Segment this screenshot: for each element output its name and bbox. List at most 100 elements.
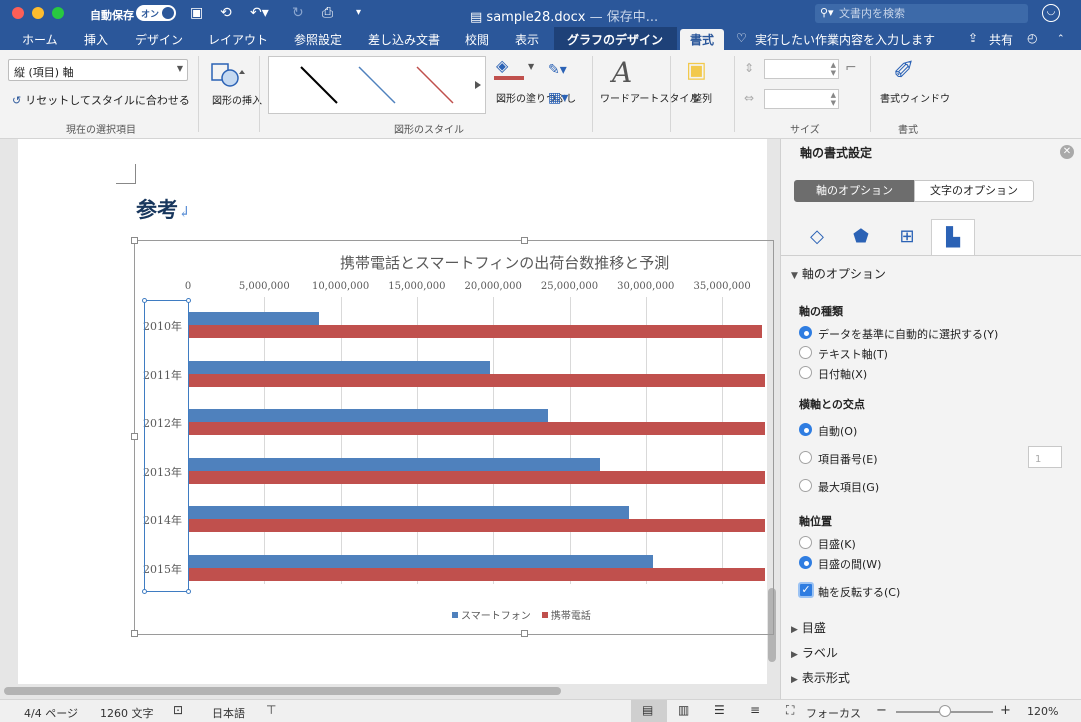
tab-review[interactable]: 校閲 [465,31,489,48]
page-count[interactable]: 4/4 ページ [24,705,78,721]
print-icon[interactable]: ⎙ [322,4,333,22]
effects-icon[interactable]: ⬟ [839,219,883,255]
reverse-axis-checkbox[interactable]: ✓ [798,582,814,598]
draft-view-icon[interactable]: ≡ [750,703,760,717]
tab-format[interactable]: 書式 [690,31,714,48]
word-count[interactable]: 1260 文字 [100,705,154,721]
chart-legend[interactable]: スマートフォン 携帯電話 [452,607,591,622]
zoom-window-button[interactable] [52,7,64,19]
tab-design[interactable]: デザイン [135,31,183,48]
radio-axis-text[interactable] [798,345,814,361]
undo-icon[interactable]: ↶▾ [250,4,269,22]
bar-mobile-phone[interactable] [188,422,765,436]
axis-options-icon[interactable]: ▙ [931,219,975,255]
selection-handle[interactable] [186,298,191,303]
web-layout-icon[interactable]: ▥ [678,703,689,717]
resize-handle[interactable] [131,433,138,440]
zoom-in-icon[interactable]: + [1000,703,1011,718]
wordart-icon[interactable]: A [612,56,632,89]
print-layout-view-button[interactable]: ▤ [631,700,667,722]
radio-cross-max[interactable] [798,478,814,494]
tell-me-icon[interactable]: ♡ [736,31,747,45]
tab-view[interactable]: 表示 [515,31,539,48]
share-button[interactable]: 共有 [989,31,1013,48]
tab-insert[interactable]: 挿入 [84,31,108,48]
zoom-slider-knob[interactable] [939,705,951,717]
share-icon[interactable]: ⇪ [968,31,978,45]
focus-icon[interactable]: ⛶ [786,703,794,718]
tab-text-options[interactable]: 文字のオプション [914,180,1034,202]
spinner-icon[interactable]: ▲ ▼ [831,61,836,77]
sidebar-toggle-icon[interactable]: ▣ [190,4,203,22]
bar-mobile-phone[interactable] [188,325,762,338]
bar-smartphone[interactable] [188,409,549,423]
section-labels[interactable]: ▶ ラベル [791,644,838,661]
collapse-ribbon-icon[interactable]: ⌃ [1057,34,1065,44]
tab-mailings[interactable]: 差し込み文書 [368,31,440,48]
tab-chart-design[interactable]: グラフのデザイン [567,31,663,48]
shape-style-gallery[interactable] [268,56,486,114]
bar-mobile-phone[interactable] [188,373,765,387]
resize-handle[interactable] [521,237,528,244]
track-changes-icon[interactable]: ⊤ [266,703,276,717]
history-icon[interactable]: ◴ [1027,31,1037,45]
y-axis-selection[interactable] [144,300,189,592]
fill-line-icon[interactable]: ◇ [795,219,839,255]
search-input[interactable] [839,6,1019,21]
focus-mode-label[interactable]: フォーカス [806,705,861,721]
tab-references[interactable]: 参照設定 [294,31,342,48]
format-pane-icon[interactable]: ✐ [893,56,915,86]
chart-element-dropdown[interactable]: 縦 (項目) 軸 ▼ [8,59,188,81]
section-tick-marks[interactable]: ▶ 目盛 [791,619,826,636]
bar-mobile-phone[interactable] [188,568,765,581]
close-icon[interactable]: ✕ [1060,145,1074,159]
radio-axis-auto[interactable] [798,325,814,341]
bar-smartphone[interactable] [188,555,654,568]
resize-handle[interactable] [131,630,138,637]
minimize-window-button[interactable] [32,7,44,19]
outline-view-icon[interactable]: ☰ [714,703,725,717]
shape-fill-button[interactable]: ◈ ▼ [494,56,538,88]
lock-aspect-icon[interactable]: ⌐ [845,60,857,76]
bar-mobile-phone[interactable] [188,519,765,533]
document-heading[interactable]: 参考↲ [136,194,191,224]
tell-me-box[interactable]: 実行したい作業内容を入力します [755,31,935,48]
feedback-smiley-icon[interactable]: ◡ [1042,4,1060,22]
close-window-button[interactable] [12,7,24,19]
bar-mobile-phone[interactable] [188,470,765,484]
radio-position-tick[interactable] [798,535,814,551]
cross-index-input[interactable] [1028,446,1062,468]
radio-position-between[interactable] [798,555,814,571]
resize-handle[interactable] [131,237,138,244]
height-input[interactable]: ▲ ▼ [764,59,839,79]
resize-handle[interactable] [521,630,528,637]
tab-layout[interactable]: レイアウト [208,31,268,48]
tab-home[interactable]: ホーム [22,31,58,48]
insert-shape-button[interactable] [208,58,250,94]
chart-title[interactable]: 携帯電話とスマートフィンの出荷台数推移と予測 [340,252,669,273]
size-properties-icon[interactable]: ⊞ [885,219,929,255]
zoom-level[interactable]: 120% [1027,705,1058,718]
redo-icon[interactable]: ↻ [292,4,304,22]
save-icon[interactable]: ⟲ [220,4,232,22]
horizontal-scrollbar[interactable] [4,687,561,695]
selection-handle[interactable] [142,589,147,594]
language-indicator[interactable]: 日本語 [212,705,245,721]
reset-style-button[interactable]: ↺ リセットしてスタイルに合わせる [12,92,190,108]
section-axis-options[interactable]: ▼ 軸のオプション [791,265,886,282]
spinner-icon[interactable]: ▲ ▼ [831,91,836,107]
search-box[interactable]: ⚲▾ [815,4,1028,23]
shape-outline-icon[interactable]: ✎▾ [548,62,567,78]
radio-axis-date[interactable] [798,365,814,381]
radio-cross-auto[interactable] [798,422,814,438]
bar-smartphone[interactable] [188,360,491,374]
bar-smartphone[interactable] [188,506,629,520]
proofing-icon[interactable]: ⊡ [173,703,183,717]
bar-smartphone[interactable] [188,457,601,471]
bar-smartphone[interactable] [188,312,320,325]
arrange-icon[interactable]: ▣ [686,58,707,83]
tab-axis-options[interactable]: 軸のオプション [794,180,915,202]
selection-handle[interactable] [142,298,147,303]
zoom-out-icon[interactable]: − [876,703,887,718]
width-input[interactable]: ▲ ▼ [764,89,839,109]
